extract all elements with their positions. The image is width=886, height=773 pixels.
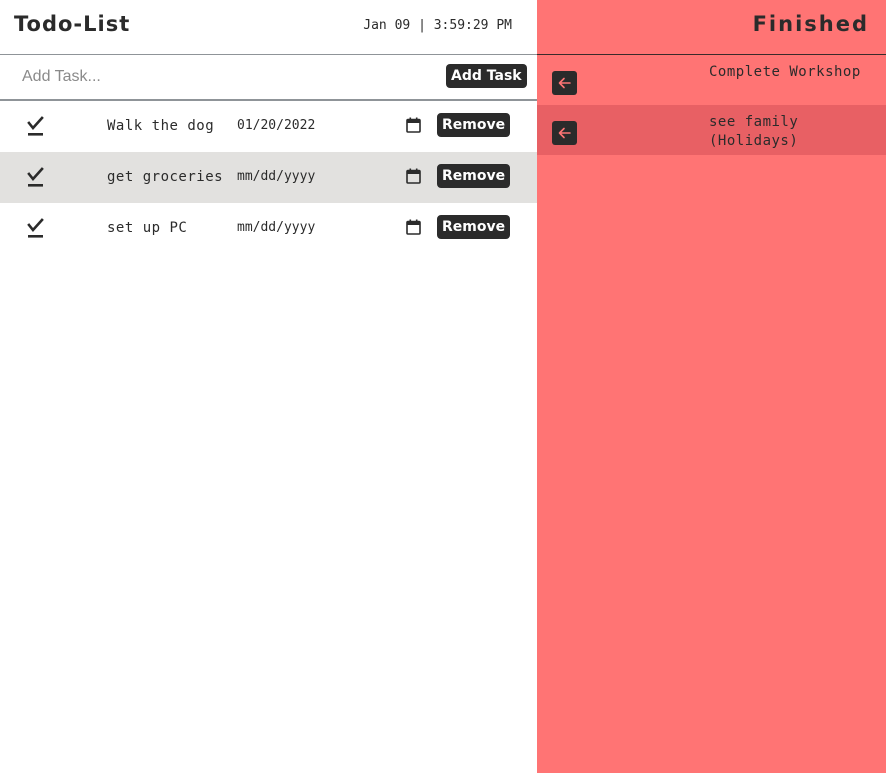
arrow-left-icon (558, 127, 571, 139)
remove-button[interactable]: Remove (437, 215, 511, 239)
task-row: get groceries mm/dd/yyyy Remove (0, 152, 537, 203)
arrow-left-icon (558, 77, 571, 89)
finished-title: Finished (752, 12, 869, 36)
undo-button[interactable] (552, 71, 577, 95)
check-icon[interactable] (26, 165, 46, 189)
todo-header: Todo-List Jan 09 | 3:59:29 PM (0, 0, 537, 55)
task-date-input[interactable]: mm/dd/yyyy (237, 169, 315, 184)
task-text: Walk the dog (107, 118, 215, 134)
finished-header: Finished (537, 0, 886, 55)
add-task-bar: Add Task (0, 55, 537, 101)
task-text: set up PC (107, 220, 188, 236)
add-task-input[interactable] (8, 61, 428, 93)
finished-panel: Finished Complete Workshop see family (H… (537, 0, 886, 773)
calendar-icon[interactable] (406, 117, 421, 133)
task-date-input[interactable]: mm/dd/yyyy (237, 220, 315, 235)
task-row: set up PC mm/dd/yyyy Remove (0, 203, 537, 254)
remove-button[interactable]: Remove (437, 164, 511, 188)
task-date-input[interactable]: 01/20/2022 (237, 118, 315, 133)
undo-button[interactable] (552, 121, 577, 145)
add-task-button[interactable]: Add Task (446, 64, 527, 88)
check-icon[interactable] (26, 216, 46, 240)
task-list: Walk the dog 01/20/2022 Remove get groce… (0, 101, 537, 254)
date-time-display: Jan 09 | 3:59:29 PM (363, 18, 512, 33)
finished-item: Complete Workshop (537, 55, 886, 105)
finished-item: see family (Holidays) (537, 105, 886, 155)
task-row: Walk the dog 01/20/2022 Remove (0, 101, 537, 152)
check-icon[interactable] (26, 114, 46, 138)
calendar-icon[interactable] (406, 219, 421, 235)
app-title: Todo-List (14, 12, 131, 36)
todo-panel: Todo-List Jan 09 | 3:59:29 PM Add Task W… (0, 0, 537, 773)
finished-list: Complete Workshop see family (Holidays) (537, 55, 886, 155)
task-text: get groceries (107, 169, 224, 185)
remove-button[interactable]: Remove (437, 113, 511, 137)
finished-item-text: see family (Holidays) (709, 114, 799, 149)
calendar-icon[interactable] (406, 168, 421, 184)
finished-item-text: Complete Workshop (709, 64, 861, 80)
